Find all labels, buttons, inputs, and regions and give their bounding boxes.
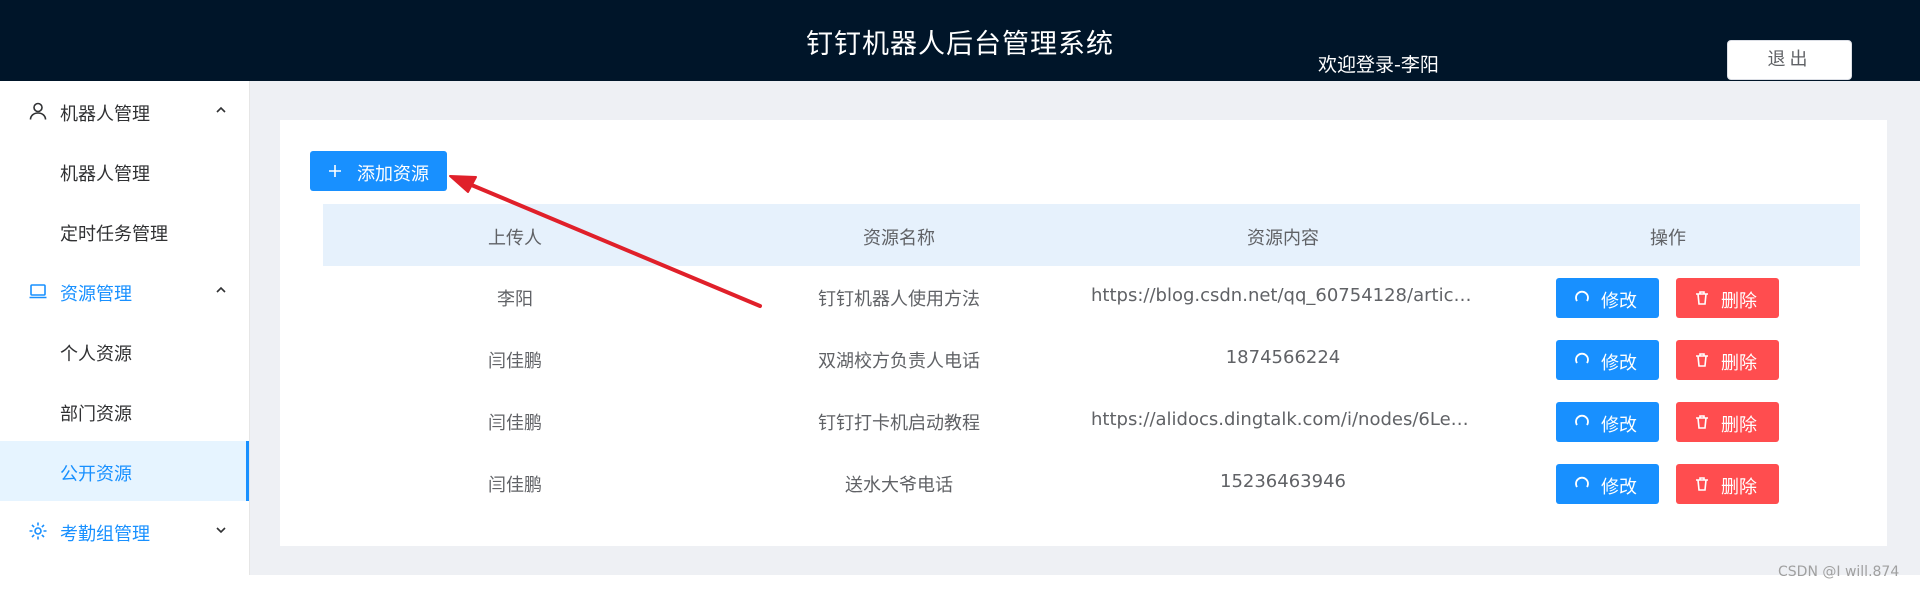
column-header-actions: 操作: [1650, 228, 1686, 249]
refresh-icon: [1575, 290, 1589, 302]
trash-icon: [1696, 353, 1708, 367]
refresh-icon: [1575, 476, 1589, 488]
user-icon: [29, 102, 47, 120]
menu-group-label: 机器人管理: [60, 104, 150, 125]
delete-label: 删除: [1721, 477, 1757, 498]
menu-group-attendance[interactable]: 考勤组管理: [0, 501, 249, 561]
edit-button[interactable]: 修改: [1556, 464, 1659, 504]
annotation-arrow: [449, 175, 762, 308]
sidebar-item-label: 个人资源: [60, 344, 132, 365]
menu-group-robot[interactable]: 机器人管理: [0, 81, 249, 141]
sidebar-item-label: 部门资源: [60, 404, 132, 425]
edit-button[interactable]: 修改: [1556, 402, 1659, 442]
cell-resource-name: 送水大爷电话: [845, 475, 953, 496]
welcome-text: 欢迎登录-李阳: [1318, 54, 1439, 76]
chevron-up-icon: [216, 286, 226, 293]
edit-label: 修改: [1601, 415, 1637, 436]
delete-button[interactable]: 删除: [1676, 402, 1779, 442]
edit-label: 修改: [1601, 353, 1637, 374]
app-title: 钉钉机器人后台管理系统: [806, 29, 1114, 60]
delete-button[interactable]: 删除: [1676, 464, 1779, 504]
trash-icon: [1696, 415, 1708, 429]
chevron-up-icon: [216, 106, 226, 113]
sidebar-item-scheduled-tasks[interactable]: 定时任务管理: [0, 201, 249, 261]
delete-button[interactable]: 删除: [1676, 340, 1779, 380]
add-resource-button[interactable]: 添加资源: [310, 151, 447, 191]
logout-button[interactable]: 退出: [1727, 40, 1852, 80]
sidebar-item-label: 定时任务管理: [60, 224, 168, 245]
edit-label: 修改: [1601, 291, 1637, 312]
cell-resource-name: 钉钉打卡机启动教程: [818, 413, 980, 434]
cell-resource-content: 1874566224: [1225, 347, 1341, 368]
monitor-icon: [29, 284, 47, 299]
cell-resource-name: 双湖校方负责人电话: [818, 351, 980, 372]
refresh-icon: [1575, 352, 1589, 364]
sidebar-item-public-resources[interactable]: 公开资源: [0, 441, 249, 501]
table-row: 闫佳鹏 钉钉打卡机启动教程 https://alidocs.dingtalk.c…: [323, 390, 1860, 452]
chevron-down-icon: [216, 527, 226, 534]
sidebar-item-department-resources[interactable]: 部门资源: [0, 381, 249, 441]
column-header-content: 资源内容: [1247, 228, 1319, 249]
menu-group-label: 资源管理: [60, 284, 132, 305]
plus-icon: [329, 165, 341, 177]
cell-uploader: 闫佳鹏: [488, 475, 542, 496]
cell-resource-content: https://alidocs.dingtalk.com/i/nodes/6Le…: [1091, 409, 1475, 430]
cell-uploader: 闫佳鹏: [488, 413, 542, 434]
delete-label: 删除: [1721, 353, 1757, 374]
cell-resource-content: https://blog.csdn.net/qq_60754128/articl…: [1091, 285, 1475, 306]
edit-button[interactable]: 修改: [1556, 278, 1659, 318]
table-row: 闫佳鹏 双湖校方负责人电话 1874566224 修改 删除: [323, 328, 1860, 390]
sidebar-item-label: 公开资源: [60, 464, 132, 485]
menu-group-label: 考勤组管理: [60, 524, 150, 545]
sidebar-item-robot-manage[interactable]: 机器人管理: [0, 141, 249, 201]
cell-resource-content: 15236463946: [1220, 471, 1346, 492]
add-resource-label: 添加资源: [357, 164, 429, 185]
menu-group-resources[interactable]: 资源管理: [0, 261, 249, 321]
edit-button[interactable]: 修改: [1556, 340, 1659, 380]
edit-label: 修改: [1601, 477, 1637, 498]
cell-uploader: 闫佳鹏: [488, 351, 542, 372]
sidebar: 机器人管理 机器人管理 定时任务管理 资源管理 个人资源 部门资源 公开资源 考…: [0, 81, 250, 575]
delete-label: 删除: [1721, 415, 1757, 436]
sidebar-item-personal-resources[interactable]: 个人资源: [0, 321, 249, 381]
watermark: CSDN @I will.874: [1778, 564, 1900, 580]
delete-button[interactable]: 删除: [1676, 278, 1779, 318]
gear-icon: [29, 522, 47, 540]
top-header: 钉钉机器人后台管理系统 欢迎登录-李阳 退出: [0, 0, 1920, 81]
trash-icon: [1696, 477, 1708, 491]
refresh-icon: [1575, 414, 1589, 426]
trash-icon: [1696, 291, 1708, 305]
sidebar-item-label: 机器人管理: [60, 164, 150, 185]
delete-label: 删除: [1721, 291, 1757, 312]
table-row: 闫佳鹏 送水大爷电话 15236463946 修改 删除: [323, 452, 1860, 514]
